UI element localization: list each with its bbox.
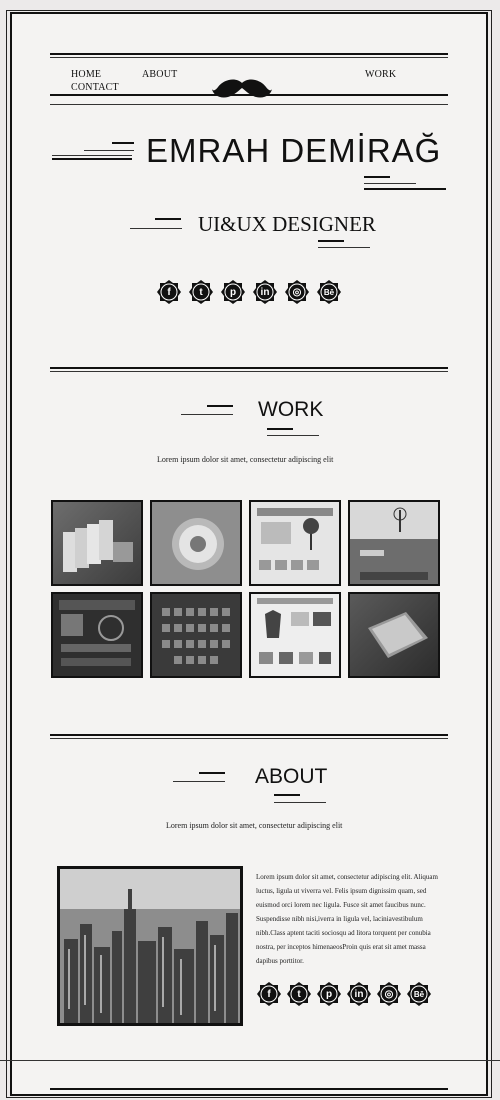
hero-role: UI&UX DESIGNER	[198, 212, 376, 236]
city-skyline-photo	[57, 866, 243, 1026]
pinterest-icon[interactable]: p	[317, 982, 341, 1006]
work-item-clothing-store[interactable]	[249, 592, 341, 678]
behance-icon[interactable]: Bē	[407, 982, 431, 1006]
about-deco-rule	[173, 781, 225, 782]
about-deco-rule	[274, 802, 326, 803]
hero-deco-rule	[364, 188, 446, 190]
hero-deco-rule	[52, 155, 132, 156]
header-top-rule-thin	[50, 57, 448, 58]
linkedin-icon[interactable]: in	[347, 982, 371, 1006]
role-deco-rule	[155, 218, 181, 220]
hero-name: EMRAH DEMİRAĞ	[146, 132, 442, 169]
dribbble-icon[interactable]: ◎	[377, 982, 401, 1006]
work-divider-thin	[50, 371, 448, 372]
work-divider	[50, 367, 448, 369]
about-social-links: f t p in ◎ Bē	[257, 982, 431, 1006]
role-deco-rule	[130, 228, 182, 229]
header-top-rule	[50, 53, 448, 55]
work-item-dashboard-ui[interactable]	[51, 592, 143, 678]
work-item-landscape-page[interactable]	[348, 500, 440, 586]
about-deco-rule	[274, 794, 300, 796]
work-title: WORK	[258, 398, 324, 421]
pinterest-icon[interactable]: p	[221, 280, 245, 304]
about-divider-thin	[50, 738, 448, 739]
role-deco-rule	[318, 247, 370, 248]
nav-contact[interactable]: CONTACT	[71, 82, 119, 93]
twitter-icon[interactable]: t	[189, 280, 213, 304]
dribbble-icon[interactable]: ◎	[285, 280, 309, 304]
work-deco-rule	[267, 428, 293, 430]
hero-deco-rule	[112, 142, 134, 144]
linkedin-icon[interactable]: in	[253, 280, 277, 304]
footer-divider	[50, 1088, 448, 1090]
work-item-shop-page[interactable]	[249, 500, 341, 586]
hero-social-links: f t p in ◎ Bē	[157, 280, 349, 304]
role-deco-rule	[318, 240, 344, 242]
facebook-icon[interactable]: f	[157, 280, 181, 304]
facebook-icon[interactable]: f	[257, 982, 281, 1006]
work-item-tablet-device[interactable]	[348, 592, 440, 678]
page-edge-rule	[0, 1060, 500, 1061]
work-item-dial-widget[interactable]	[150, 500, 242, 586]
nav-home[interactable]: HOME	[71, 69, 101, 80]
work-item-icon-grid[interactable]	[150, 592, 242, 678]
about-title: ABOUT	[255, 765, 328, 788]
nav-about[interactable]: ABOUT	[142, 69, 177, 80]
behance-icon[interactable]: Bē	[317, 280, 341, 304]
hero-deco-rule	[364, 183, 416, 184]
work-deco-rule	[267, 435, 319, 436]
hero-deco-rule	[52, 158, 132, 160]
header-bottom-rule	[50, 94, 448, 96]
work-lead: Lorem ipsum dolor sit amet, consectetur …	[157, 455, 334, 464]
about-body: Lorem ipsum dolor sit amet, consectetur …	[256, 873, 438, 965]
twitter-icon[interactable]: t	[287, 982, 311, 1006]
hero-deco-rule	[364, 176, 390, 178]
work-deco-rule	[207, 405, 233, 407]
header-bottom-rule-thin	[50, 104, 448, 105]
hero-deco-rule	[84, 150, 134, 151]
nav-work[interactable]: WORK	[365, 69, 396, 80]
about-deco-rule	[199, 772, 225, 774]
work-deco-rule	[181, 414, 233, 415]
about-divider	[50, 734, 448, 736]
about-lead: Lorem ipsum dolor sit amet, consectetur …	[166, 821, 343, 830]
work-item-app-screens[interactable]	[51, 500, 143, 586]
